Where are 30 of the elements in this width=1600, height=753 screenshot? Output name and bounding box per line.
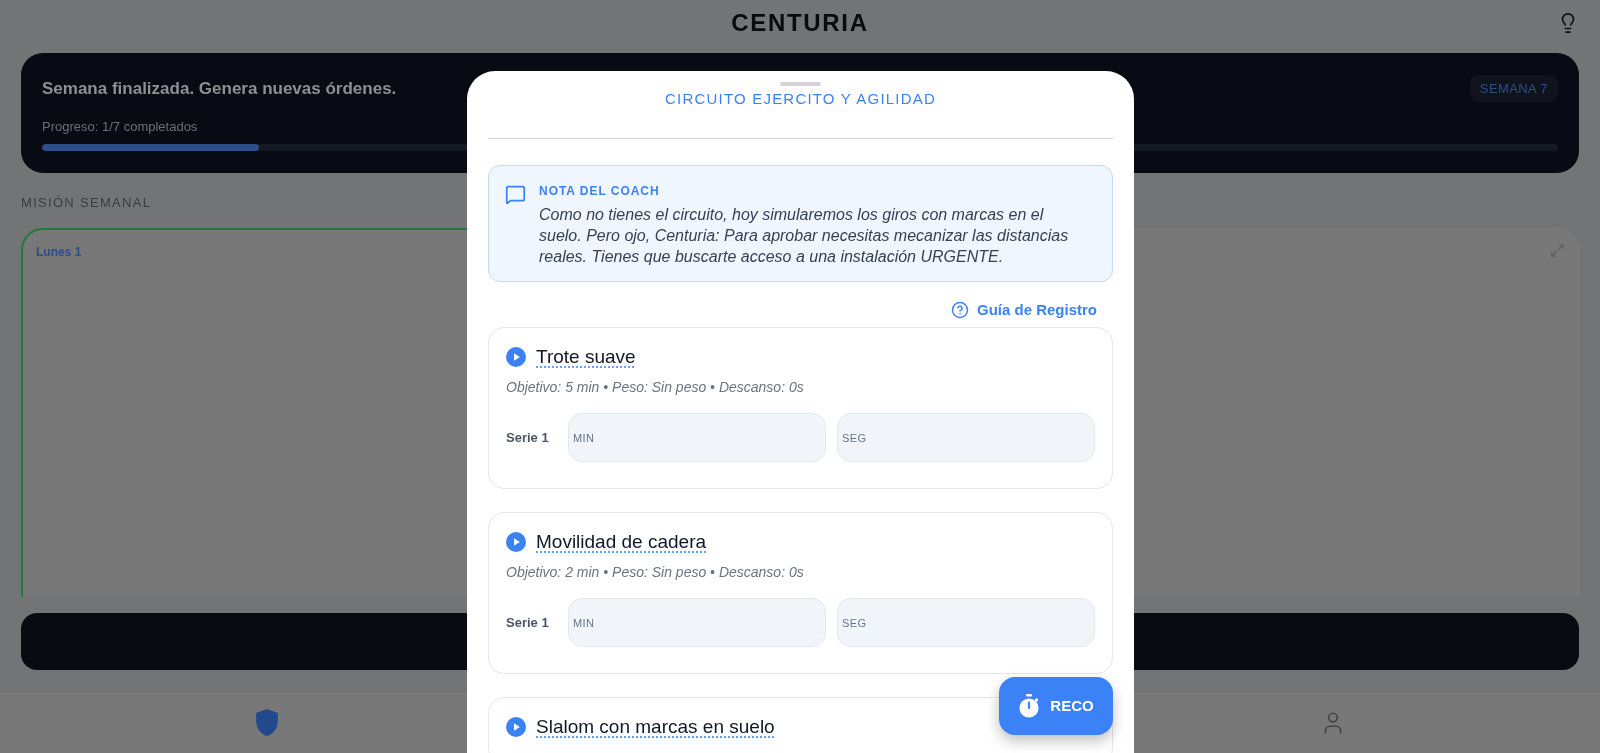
stopwatch-icon [1018, 694, 1041, 718]
play-icon[interactable] [506, 532, 526, 552]
set-label: Serie 1 [506, 428, 550, 447]
exercise-name[interactable]: Trote suave [536, 346, 636, 368]
note-text: Como no tienes el circuito, hoy simularemos los giros con marcas en el suelo. Pero ojo, Centuria: Para aprobar necesitas mecanizar las distancias reales. Tienes que buscarte acceso a una instalación URGENTE. [539, 205, 1070, 267]
banner-message: Semana finalizada. Genera nuevas órdenes. [42, 77, 397, 100]
exercise-name[interactable]: Slalom con marcas en suelo [536, 716, 775, 738]
play-icon[interactable] [506, 347, 526, 367]
exercise-name[interactable]: Movilidad de cadera [536, 531, 707, 553]
drag-handle[interactable] [780, 82, 821, 86]
exercise-details: Objetivo: 5 min • Peso: Sin peso • Descanso: 0s [506, 378, 805, 396]
chat-icon [505, 184, 526, 205]
note-heading: NOTA DEL COACH [539, 183, 661, 199]
shield-icon[interactable] [255, 709, 278, 736]
guide-link[interactable]: Guía de Registro [950, 300, 1097, 320]
week-badge: SEMANA 7 [1469, 75, 1558, 102]
sheet-title: CIRCUITO EJERCITO Y AGILIDAD [665, 90, 936, 108]
input-field[interactable]: MIN [568, 413, 826, 462]
exercise-details: Objetivo: 2 min • Peso: Sin peso • Descanso: 0s [506, 563, 805, 581]
input-field[interactable]: SEG [837, 598, 1095, 647]
input-field[interactable]: MIN [568, 598, 826, 647]
play-icon[interactable] [506, 717, 526, 737]
set-label: Serie 1 [506, 613, 550, 632]
section-title: MISIÓN SEMANAL [21, 195, 153, 211]
input-field[interactable]: SEG [837, 413, 1095, 462]
day-label: Lunes 1 [36, 244, 82, 260]
timer-button[interactable]: RECO [999, 677, 1113, 735]
progress-text: Progreso: 1/7 completados [42, 119, 199, 135]
help-icon [950, 301, 969, 319]
app-title: CENTURIA [731, 9, 869, 37]
